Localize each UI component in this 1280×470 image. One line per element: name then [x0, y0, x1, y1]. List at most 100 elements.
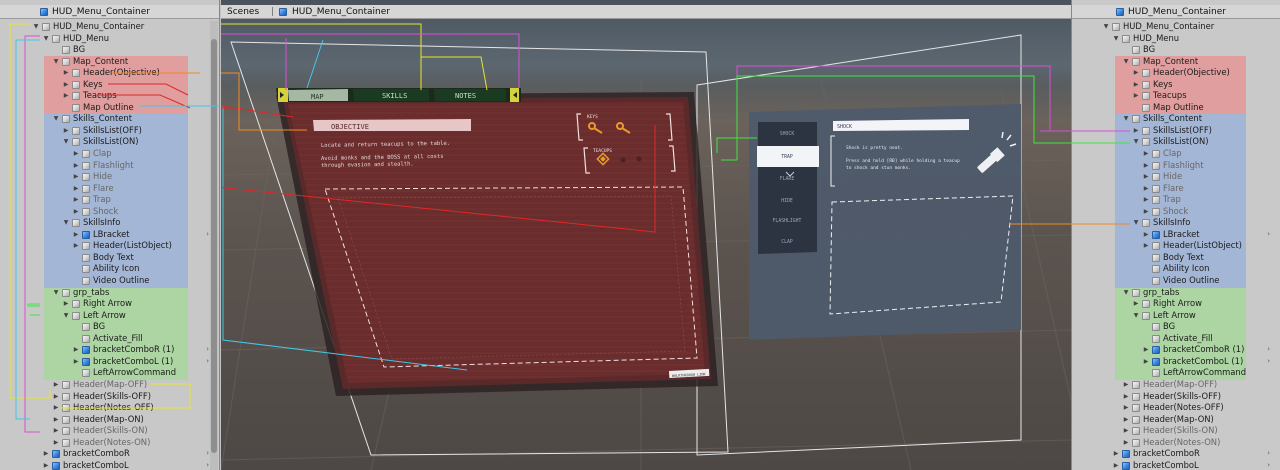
tree-row[interactable]: ▶ bracketComboL (1) ›: [0, 356, 219, 368]
collapse-arrow-icon[interactable]: ▶: [72, 206, 80, 218]
expand-arrow-icon[interactable]: ▼: [1132, 136, 1140, 148]
tree-row[interactable]: BG: [1072, 321, 1280, 333]
collapse-arrow-icon[interactable]: ▶: [52, 414, 60, 426]
skill-item-label[interactable]: FLASHLIGHT: [773, 218, 802, 224]
tree-row[interactable]: ▶ Header(Notes-OFF): [0, 402, 219, 414]
collapse-arrow-icon[interactable]: ▶: [1122, 379, 1130, 391]
collapse-arrow-icon[interactable]: ▶: [52, 379, 60, 391]
collapse-arrow-icon[interactable]: ▶: [1142, 206, 1150, 218]
tree-row[interactable]: BG: [0, 321, 219, 333]
tree-row[interactable]: ▶ Hide: [0, 171, 219, 183]
tree-row[interactable]: Ability Icon: [1072, 263, 1280, 275]
collapse-arrow-icon[interactable]: ▶: [1122, 414, 1130, 426]
skill-item-label[interactable]: TRAP: [781, 154, 793, 160]
collapse-arrow-icon[interactable]: ▶: [72, 344, 80, 356]
expand-arrow-icon[interactable]: ▼: [1122, 113, 1130, 125]
tree-row[interactable]: ▶ Hide: [1072, 171, 1280, 183]
open-prefab-chevron-icon[interactable]: ›: [206, 460, 209, 470]
tree-row[interactable]: ▶ Teacups: [1072, 90, 1280, 102]
tree-row[interactable]: ▶ bracketComboL (1) ›: [1072, 356, 1280, 368]
expand-arrow-icon[interactable]: ▼: [1112, 33, 1120, 45]
tree-row[interactable]: ▶ Header(Map-OFF): [1072, 379, 1280, 391]
tree-row[interactable]: LeftArrowCommand: [1072, 367, 1280, 379]
open-prefab-chevron-icon[interactable]: ›: [1267, 229, 1270, 241]
tree-row[interactable]: ▶ bracketComboR ›: [0, 448, 219, 460]
collapse-arrow-icon[interactable]: ▶: [42, 460, 50, 470]
tree-row[interactable]: ▶ Header(Objective): [1072, 67, 1280, 79]
tree-row[interactable]: ▶ Trap: [1072, 194, 1280, 206]
collapse-arrow-icon[interactable]: ▶: [1132, 67, 1140, 79]
tree-row[interactable]: ▶ Header(ListObject): [0, 240, 219, 252]
tree-row[interactable]: ▼ Left Arrow: [1072, 310, 1280, 322]
tree-row[interactable]: ▶ SkillsList(OFF): [1072, 125, 1280, 137]
skill-item-label[interactable]: FLARE: [780, 176, 795, 182]
expand-arrow-icon[interactable]: ▼: [32, 21, 40, 33]
tree-row[interactable]: ▼ HUD_Menu_Container: [0, 21, 219, 33]
tree-row[interactable]: BG: [0, 44, 219, 56]
collapse-arrow-icon[interactable]: ▶: [1142, 171, 1150, 183]
expand-arrow-icon[interactable]: ▼: [1122, 56, 1130, 68]
open-prefab-chevron-icon[interactable]: ›: [206, 356, 209, 368]
tree-row[interactable]: ▼ SkillsList(ON): [1072, 136, 1280, 148]
collapse-arrow-icon[interactable]: ▶: [72, 229, 80, 241]
collapse-arrow-icon[interactable]: ▶: [72, 194, 80, 206]
open-prefab-chevron-icon[interactable]: ›: [1267, 344, 1270, 356]
expand-arrow-icon[interactable]: ▼: [52, 113, 60, 125]
tree-row[interactable]: ▶ bracketComboR (1) ›: [0, 344, 219, 356]
collapse-arrow-icon[interactable]: ▶: [72, 356, 80, 368]
collapse-arrow-icon[interactable]: ▶: [1142, 356, 1150, 368]
collapse-arrow-icon[interactable]: ▶: [52, 402, 60, 414]
collapse-arrow-icon[interactable]: ▶: [1142, 194, 1150, 206]
collapse-arrow-icon[interactable]: ▶: [62, 90, 70, 102]
tree-row[interactable]: ▶ Shock: [1072, 206, 1280, 218]
collapse-arrow-icon[interactable]: ▶: [1122, 437, 1130, 449]
expand-arrow-icon[interactable]: ▼: [1102, 21, 1110, 33]
tree-row[interactable]: ▶ Header(ListObject): [1072, 240, 1280, 252]
collapse-arrow-icon[interactable]: ▶: [1132, 79, 1140, 91]
tree-row[interactable]: ▶ Teacups: [0, 90, 219, 102]
tree-row[interactable]: ▼ Map_Content: [1072, 56, 1280, 68]
open-prefab-chevron-icon[interactable]: ›: [1267, 460, 1270, 470]
collapse-arrow-icon[interactable]: ▶: [72, 148, 80, 160]
tree-row[interactable]: ▶ Clap: [0, 148, 219, 160]
collapse-arrow-icon[interactable]: ▶: [1132, 125, 1140, 137]
tree-row[interactable]: ▶ Header(Map-ON): [1072, 414, 1280, 426]
expand-arrow-icon[interactable]: ▼: [1132, 310, 1140, 322]
tree-row[interactable]: ▶ bracketComboL ›: [0, 460, 219, 470]
tree-row[interactable]: ▶ Header(Skills-ON): [0, 425, 219, 437]
tree-row[interactable]: ▶ Right Arrow: [0, 298, 219, 310]
collapse-arrow-icon[interactable]: ▶: [52, 391, 60, 403]
tree-row[interactable]: Body Text: [0, 252, 219, 264]
collapse-arrow-icon[interactable]: ▶: [1142, 344, 1150, 356]
tree-row[interactable]: ▼ grp_tabs: [0, 287, 219, 299]
collapse-arrow-icon[interactable]: ▶: [62, 125, 70, 137]
collapse-arrow-icon[interactable]: ▶: [1122, 425, 1130, 437]
collapse-arrow-icon[interactable]: ▶: [62, 79, 70, 91]
tree-row[interactable]: ▶ bracketComboL ›: [1072, 460, 1280, 470]
tree-row[interactable]: ▶ Header(Skills-OFF): [1072, 391, 1280, 403]
tree-row[interactable]: ▶ Header(Notes-OFF): [1072, 402, 1280, 414]
scenes-tab[interactable]: Scenes: [227, 5, 259, 19]
open-prefab-chevron-icon[interactable]: ›: [206, 448, 209, 460]
tree-row[interactable]: ▼ grp_tabs: [1072, 287, 1280, 299]
collapse-arrow-icon[interactable]: ▶: [1142, 183, 1150, 195]
tree-row[interactable]: ▶ Trap: [0, 194, 219, 206]
tree-row[interactable]: Video Outline: [1072, 275, 1280, 287]
tree-row[interactable]: ▶ Flare: [1072, 183, 1280, 195]
tree-row[interactable]: ▼ HUD_Menu: [0, 33, 219, 45]
expand-arrow-icon[interactable]: ▼: [52, 287, 60, 299]
open-prefab-chevron-icon[interactable]: ›: [206, 344, 209, 356]
collapse-arrow-icon[interactable]: ▶: [1142, 229, 1150, 241]
tree-row[interactable]: ▶ bracketComboR (1) ›: [1072, 344, 1280, 356]
collapse-arrow-icon[interactable]: ▶: [1142, 148, 1150, 160]
skill-item-label[interactable]: SHOCK: [780, 131, 795, 137]
tree-row[interactable]: LeftArrowCommand: [0, 367, 219, 379]
tree-row[interactable]: ▶ LBracket ›: [0, 229, 219, 241]
collapse-arrow-icon[interactable]: ▶: [1112, 460, 1120, 470]
collapse-arrow-icon[interactable]: ▶: [62, 67, 70, 79]
scene-view[interactable]: MAP SKILLS NOTES OBJECTIVE Locate and re…: [221, 0, 1071, 470]
tree-row[interactable]: ▶ Header(Notes-ON): [0, 437, 219, 449]
open-prefab-chevron-icon[interactable]: ›: [206, 229, 209, 241]
collapse-arrow-icon[interactable]: ▶: [72, 183, 80, 195]
collapse-arrow-icon[interactable]: ▶: [1122, 391, 1130, 403]
